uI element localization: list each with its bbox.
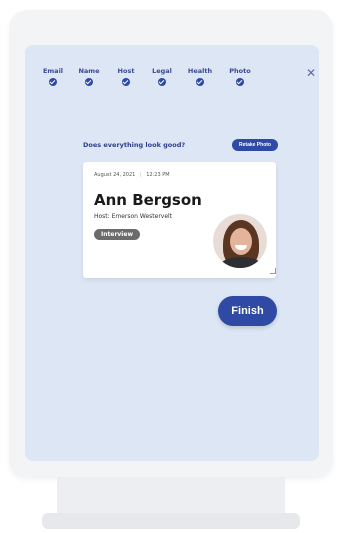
progress-steps: Email Name Host Legal Health Photo: [25, 67, 319, 97]
kiosk-stand: [57, 477, 285, 517]
check-circle-icon: [158, 78, 166, 86]
review-question: Does everything look good?: [83, 141, 186, 149]
retake-photo-button[interactable]: Retake Photo: [232, 139, 278, 151]
kiosk-stand-base: [42, 513, 300, 529]
check-circle-icon: [122, 78, 130, 86]
visitor-name: Ann Bergson: [94, 191, 202, 209]
finish-button[interactable]: Finish: [218, 296, 277, 326]
step-label: Photo: [229, 67, 251, 75]
step-health: Health: [180, 67, 220, 86]
step-label: Email: [42, 67, 64, 75]
visitor-photo: [213, 214, 267, 268]
close-icon[interactable]: ✕: [305, 67, 317, 79]
visit-type-badge: Interview: [94, 229, 140, 240]
step-name: Name: [69, 67, 109, 86]
step-label: Name: [78, 67, 100, 75]
step-email: Email: [33, 67, 73, 86]
check-circle-icon: [85, 78, 93, 86]
step-photo: Photo: [220, 67, 260, 86]
resize-handle-icon: [270, 268, 276, 274]
step-host: Host: [106, 67, 146, 86]
check-circle-icon: [236, 78, 244, 86]
step-label: Legal: [152, 67, 172, 75]
visitor-badge: August 24, 2021 | 12:23 PM Ann Bergson H…: [83, 162, 276, 278]
divider: |: [139, 172, 142, 178]
kiosk-screen: Email Name Host Legal Health Photo ✕ Doe…: [25, 45, 319, 461]
host-name: Host: Emerson Westervelt: [94, 213, 173, 220]
avatar-face: [230, 228, 252, 255]
step-label: Health: [187, 67, 213, 75]
badge-datetime: August 24, 2021 | 12:23 PM: [94, 172, 170, 178]
check-circle-icon: [49, 78, 57, 86]
check-circle-icon: [196, 78, 204, 86]
step-label: Host: [117, 67, 135, 75]
step-legal: Legal: [142, 67, 182, 86]
badge-date: August 24, 2021: [94, 172, 136, 178]
badge-time: 12:23 PM: [146, 172, 170, 178]
